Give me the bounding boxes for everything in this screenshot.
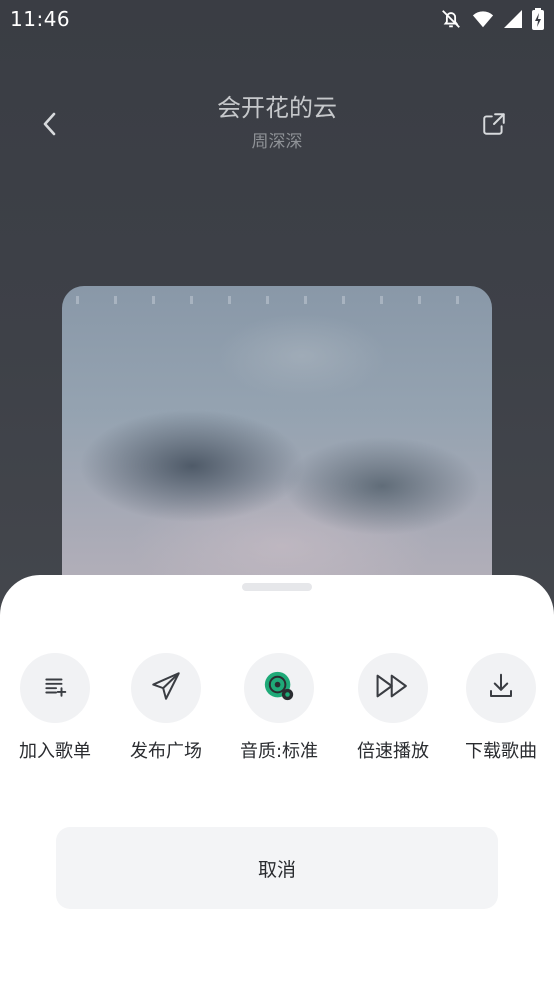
- status-icons: [440, 8, 544, 30]
- cancel-button[interactable]: 取消: [56, 827, 498, 909]
- action-publish-square[interactable]: 发布广场: [111, 653, 221, 763]
- action-audio-quality[interactable]: 音质:标准: [224, 653, 334, 763]
- action-label: 发布广场: [130, 741, 202, 762]
- player-header: 会开花的云 周深深: [0, 80, 554, 160]
- action-circle[interactable]: [131, 653, 201, 723]
- paper-plane-icon: [149, 669, 183, 707]
- fast-forward-icon: [375, 671, 411, 705]
- action-playback-speed[interactable]: 倍速播放: [338, 653, 448, 763]
- action-circle[interactable]: [244, 653, 314, 723]
- notifications-off-icon: [440, 8, 462, 30]
- action-label: 倍速播放: [357, 741, 429, 762]
- action-label: 下载歌曲: [465, 741, 537, 762]
- action-label: 加入歌单: [19, 741, 91, 762]
- share-button[interactable]: [474, 106, 514, 146]
- sheet-drag-handle[interactable]: [242, 583, 312, 591]
- status-time: 11:46: [10, 7, 71, 31]
- action-row: 加入歌单 发布广场 音质:标准 倍速播放 下载歌曲: [0, 653, 554, 773]
- cellular-signal-icon: [504, 10, 522, 28]
- song-artist[interactable]: 周深深: [0, 127, 554, 152]
- playlist-add-icon: [42, 673, 68, 703]
- action-add-to-playlist[interactable]: 加入歌单: [0, 653, 110, 763]
- status-bar: 11:46: [0, 0, 554, 38]
- action-circle[interactable]: [466, 653, 536, 723]
- album-cover-decoration: [76, 296, 478, 304]
- action-circle[interactable]: [358, 653, 428, 723]
- action-circle[interactable]: [20, 653, 90, 723]
- wifi-icon: [472, 9, 494, 29]
- action-download-song[interactable]: 下载歌曲: [446, 653, 554, 763]
- battery-charging-icon: [532, 8, 544, 30]
- share-external-icon: [481, 111, 507, 141]
- action-label: 音质:标准: [239, 741, 319, 762]
- song-title: 会开花的云: [217, 94, 337, 122]
- action-sheet: 加入歌单 发布广场 音质:标准 倍速播放 下载歌曲 取消: [0, 575, 554, 984]
- download-icon: [486, 671, 516, 705]
- audio-quality-disc-icon: [262, 669, 296, 707]
